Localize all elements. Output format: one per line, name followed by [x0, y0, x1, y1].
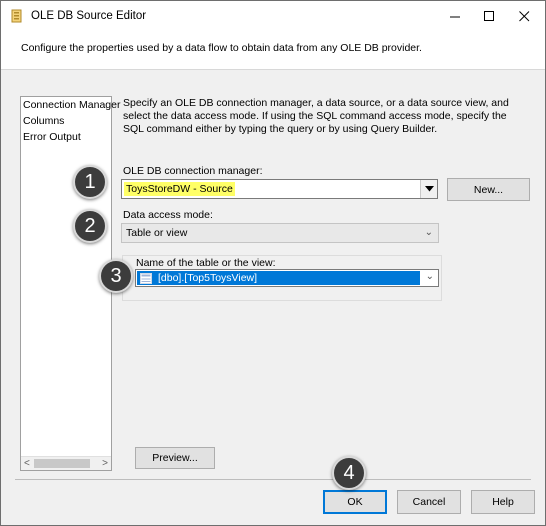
chevron-down-icon: ⌄ [424, 227, 433, 238]
connection-manager-label: OLE DB connection manager: [123, 165, 263, 177]
ok-button[interactable]: OK [323, 490, 387, 514]
connection-manager-dropdown-button[interactable] [420, 180, 437, 198]
data-access-mode-combo[interactable]: Table or view ⌄ [121, 223, 439, 243]
dropdown-arrow-icon [424, 186, 434, 192]
selected-table-highlight: [dbo].[Top5ToysView] [137, 271, 420, 285]
scrollbar-thumb[interactable] [34, 459, 90, 468]
header-divider [1, 69, 545, 70]
footer-divider [15, 479, 531, 480]
table-view-icon [140, 273, 152, 284]
data-access-mode-value: Table or view [126, 227, 188, 239]
connection-manager-value: ToysStoreDW - Source [124, 182, 235, 196]
step-marker-2: 2 [73, 209, 107, 243]
connection-manager-combo[interactable]: ToysStoreDW - Source [121, 179, 438, 199]
ole-db-source-editor-window: OLE DB Source Editor Configure the prope… [0, 0, 546, 526]
preview-button[interactable]: Preview... [135, 447, 215, 469]
close-button[interactable] [506, 1, 542, 31]
maximize-button[interactable] [471, 1, 507, 31]
cancel-button[interactable]: Cancel [397, 490, 461, 514]
title-bar: OLE DB Source Editor [1, 1, 545, 31]
chevron-down-icon: ⌄ [425, 271, 434, 282]
step-marker-4: 4 [332, 456, 366, 490]
nav-horizontal-scrollbar[interactable]: < > [21, 456, 111, 470]
window-title: OLE DB Source Editor [31, 10, 147, 22]
step-marker-1: 1 [73, 165, 107, 199]
table-name-value: [dbo].[Top5ToysView] [158, 272, 258, 284]
minimize-icon [449, 16, 460, 17]
minimize-button[interactable] [437, 1, 473, 31]
new-connection-button[interactable]: New... [447, 178, 530, 201]
data-access-mode-label: Data access mode: [123, 209, 213, 221]
table-name-label: Name of the table or the view: [136, 257, 276, 269]
nav-item-connection-manager[interactable]: Connection Manager [23, 99, 120, 111]
step-marker-3: 3 [99, 259, 133, 293]
close-icon [518, 10, 529, 21]
ssis-component-icon [11, 9, 22, 23]
content-description: Specify an OLE DB connection manager, a … [123, 97, 509, 135]
header-panel: Configure the properties used by a data … [1, 31, 545, 69]
scroll-right-icon[interactable]: > [102, 458, 108, 469]
scroll-left-icon[interactable]: < [24, 458, 30, 469]
nav-item-columns[interactable]: Columns [23, 115, 64, 127]
header-description: Configure the properties used by a data … [21, 42, 422, 54]
help-button[interactable]: Help [471, 490, 535, 514]
table-name-combo[interactable]: [dbo].[Top5ToysView] ⌄ [135, 269, 439, 287]
nav-item-error-output[interactable]: Error Output [23, 131, 81, 143]
page-navigation-list: Connection Manager Columns Error Output … [20, 96, 120, 471]
maximize-icon [483, 10, 494, 21]
